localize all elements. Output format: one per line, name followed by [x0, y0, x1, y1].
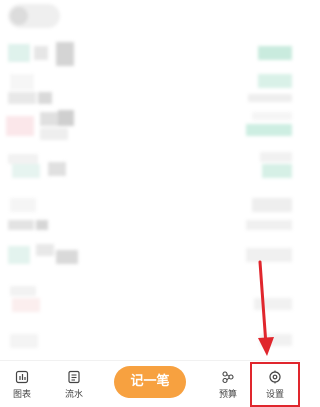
account-pill[interactable] — [8, 4, 60, 28]
app-screen: 图表 流水 预算 设置 记一笔 — [0, 0, 300, 407]
top-bar — [0, 0, 300, 32]
list-icon — [67, 369, 81, 384]
tab-label: 图表 — [12, 390, 31, 400]
tab-budget[interactable]: 预算 — [208, 361, 248, 407]
list-item[interactable] — [0, 280, 300, 320]
list-item[interactable] — [0, 148, 300, 188]
bar-chart-icon — [15, 369, 29, 384]
date-header — [0, 88, 300, 110]
list-item[interactable] — [0, 110, 300, 144]
list-item[interactable] — [0, 240, 300, 276]
list-item[interactable] — [0, 192, 300, 218]
add-record-button[interactable]: 记一笔 — [114, 366, 186, 398]
tab-chart[interactable]: 图表 — [2, 361, 42, 407]
tab-flow[interactable]: 流水 — [54, 361, 94, 407]
tab-label: 流水 — [64, 390, 83, 400]
list-item[interactable] — [0, 40, 300, 70]
budget-icon — [221, 369, 235, 384]
settings-highlight-box — [250, 362, 300, 407]
list-item[interactable] — [0, 328, 300, 356]
tab-label: 预算 — [218, 390, 237, 400]
transaction-list — [0, 32, 300, 360]
date-header — [0, 216, 300, 236]
